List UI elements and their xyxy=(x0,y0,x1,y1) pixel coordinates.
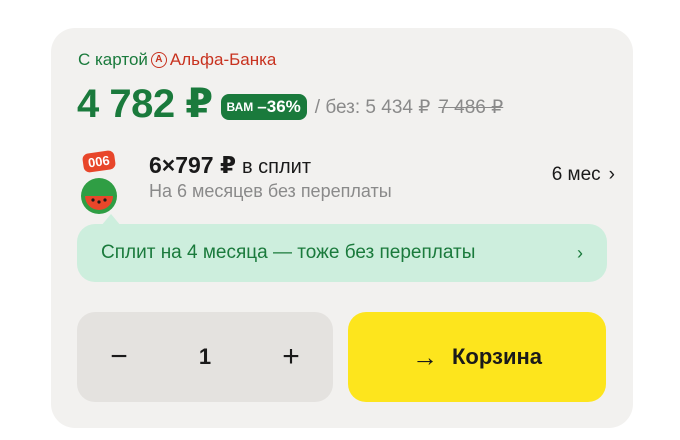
split-4-text: Сплит на 4 месяца — тоже без переплаты xyxy=(101,242,476,263)
without-label: / без: 5 434 ₽ xyxy=(314,96,431,118)
split-amount-suffix: в сплит xyxy=(242,156,312,178)
old-price: 7 486 ₽ xyxy=(438,96,504,118)
split-row[interactable]: 006 6×797 ₽ в сплит На 6 месяцев без пер… xyxy=(75,148,615,218)
cart-button-label: Корзина xyxy=(452,344,542,369)
arrow-right-icon: → xyxy=(412,341,438,372)
split-watermelon-icon: 006 xyxy=(77,149,129,214)
quantity-stepper: − 1 + xyxy=(77,312,333,402)
price-row: 4 782 ₽ ВАМ –36% / без: 5 434 ₽ 7 486 ₽ xyxy=(77,80,503,128)
card-price: 4 782 ₽ xyxy=(77,82,213,126)
chevron-right-icon: › xyxy=(608,164,615,185)
go-to-cart-button[interactable]: → Корзина xyxy=(348,312,606,402)
badge-discount: –36% xyxy=(257,97,301,116)
chevron-right-icon: › xyxy=(577,242,583,263)
split-subtitle: На 6 месяцев без переплаты xyxy=(149,181,392,201)
quantity-value: 1 xyxy=(198,344,212,369)
split-4-months-banner[interactable]: Сплит на 4 месяца — тоже без переплаты › xyxy=(77,214,607,282)
split-amount: 6×797 ₽ xyxy=(149,152,236,178)
badge-you-label: ВАМ xyxy=(226,100,254,114)
alfa-bank-line: С картой А Альфа-Банка xyxy=(78,50,276,70)
bank-name: Альфа-Банка xyxy=(169,50,277,69)
discount-badge: ВАМ –36% xyxy=(220,94,307,120)
alfa-bank-logo-icon: А xyxy=(150,52,167,68)
product-offer-card: С картой А Альфа-Банка 4 782 ₽ ВАМ –36% … xyxy=(51,28,633,428)
split-months-value: 6 мес xyxy=(551,164,601,185)
split-months-selector[interactable]: 6 мес › xyxy=(552,164,615,186)
decrease-quantity-button[interactable]: − xyxy=(97,335,141,379)
price-without-card: / без: 5 434 ₽ 7 486 ₽ xyxy=(315,96,503,119)
increase-quantity-button[interactable]: + xyxy=(269,335,313,379)
card-prefix: С картой xyxy=(78,50,148,69)
split-title: 6×797 ₽ в сплит xyxy=(149,152,311,179)
